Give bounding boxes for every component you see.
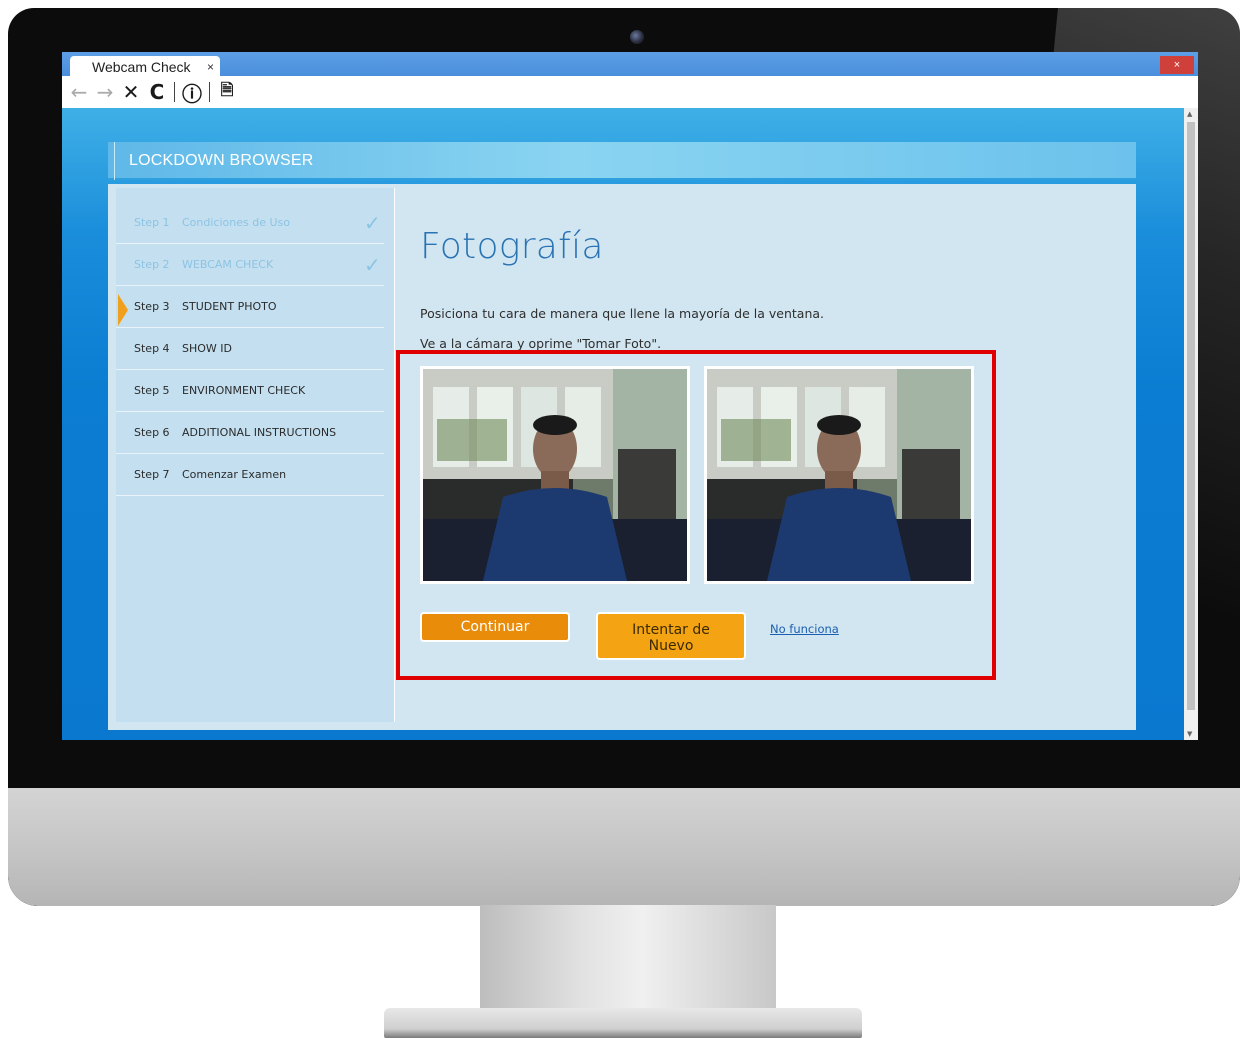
page-background: LOCKDOWN BROWSER Step 1 Condiciones de Us…	[62, 108, 1184, 740]
webcam-live-view	[420, 366, 690, 584]
step-number: Step 7	[134, 468, 170, 481]
tab-title: Webcam Check	[92, 59, 191, 75]
monitor-stand	[480, 905, 776, 1013]
step-item-2: Step 2 WEBCAM CHECK ✓	[116, 244, 384, 286]
webcam-lens	[630, 30, 644, 44]
reload-icon[interactable]: C	[145, 80, 169, 104]
webcam-image	[423, 369, 687, 581]
step-item-3-active: Step 3 STUDENT PHOTO	[116, 286, 384, 328]
toolbar-divider	[209, 82, 210, 102]
retry-button-label-line1: Intentar de	[632, 622, 710, 638]
step-label: STUDENT PHOTO	[182, 300, 277, 313]
active-step-arrow-icon	[118, 294, 128, 326]
scroll-down-icon[interactable]: ▼	[1187, 730, 1192, 738]
toolbar-divider	[174, 82, 175, 102]
retry-button-label-line2: Nuevo	[648, 638, 694, 654]
check-icon: ✓	[364, 253, 381, 277]
page-title: Fotografía	[420, 226, 604, 267]
step-item-7: Step 7 Comenzar Examen	[116, 454, 384, 496]
tab-close-icon[interactable]: ×	[207, 60, 214, 74]
scrollbar-thumb[interactable]	[1187, 122, 1195, 710]
step-label: SHOW ID	[182, 342, 232, 355]
content-panel: Step 1 Condiciones de Uso ✓ Step 2 WEBCAM …	[108, 184, 1136, 730]
not-working-link[interactable]: No funciona	[770, 622, 839, 636]
back-icon[interactable]: ←	[67, 80, 91, 104]
app-title: LOCKDOWN BROWSER	[114, 142, 314, 180]
step-label: Comenzar Examen	[182, 468, 287, 481]
pdf-icon[interactable]: 🗎	[215, 79, 239, 106]
stop-icon[interactable]: ✕	[119, 80, 143, 104]
instruction-text: Posiciona tu cara de manera que llene la…	[420, 306, 825, 321]
step-number: Step 3	[134, 300, 170, 313]
monitor-stand-base	[384, 1008, 862, 1038]
step-item-4: Step 4 SHOW ID	[116, 328, 384, 370]
step-label: ADDITIONAL INSTRUCTIONS	[182, 426, 337, 439]
step-number: Step 2	[134, 258, 170, 271]
captured-photo	[704, 366, 974, 584]
browser-window: Webcam Check × × ← → ✕ C ⓘ 🗎 LOCKDOWN BR…	[62, 52, 1198, 740]
step-item-5: Step 5 ENVIRONMENT CHECK	[116, 370, 384, 412]
scroll-up-icon[interactable]: ▲	[1187, 110, 1192, 118]
retry-button[interactable]: Intentar de Nuevo	[596, 612, 746, 660]
browser-toolbar: ← → ✕ C ⓘ 🗎	[62, 76, 1198, 108]
step-number: Step 4	[134, 342, 170, 355]
step-number: Step 6	[134, 426, 170, 439]
instruction-text: Ve a la cámara y oprime "Tomar Foto".	[420, 336, 662, 351]
app-header: LOCKDOWN BROWSER	[108, 142, 1136, 180]
window-close-button[interactable]: ×	[1160, 56, 1194, 74]
browser-tab[interactable]: Webcam Check ×	[70, 56, 220, 78]
step-item-1: Step 1 Condiciones de Uso ✓	[116, 202, 384, 244]
vertical-scrollbar[interactable]: ▲ ▼	[1184, 108, 1198, 740]
continue-button[interactable]: Continuar	[420, 612, 570, 642]
forward-icon[interactable]: →	[93, 80, 117, 104]
step-number: Step 1	[134, 216, 170, 229]
step-label: ENVIRONMENT CHECK	[182, 384, 306, 397]
step-label: Condiciones de Uso	[182, 216, 290, 229]
check-icon: ✓	[364, 211, 381, 235]
step-item-6: Step 6 ADDITIONAL INSTRUCTIONS	[116, 412, 384, 454]
step-number: Step 5	[134, 384, 170, 397]
sidebar-divider	[394, 188, 395, 722]
steps-sidebar: Step 1 Condiciones de Uso ✓ Step 2 WEBCAM …	[116, 188, 394, 722]
monitor-chin	[8, 788, 1240, 906]
captured-image	[707, 369, 971, 581]
step-label: WEBCAM CHECK	[182, 258, 274, 271]
info-icon[interactable]: ⓘ	[180, 78, 204, 107]
title-bar: Webcam Check × ×	[62, 52, 1198, 78]
